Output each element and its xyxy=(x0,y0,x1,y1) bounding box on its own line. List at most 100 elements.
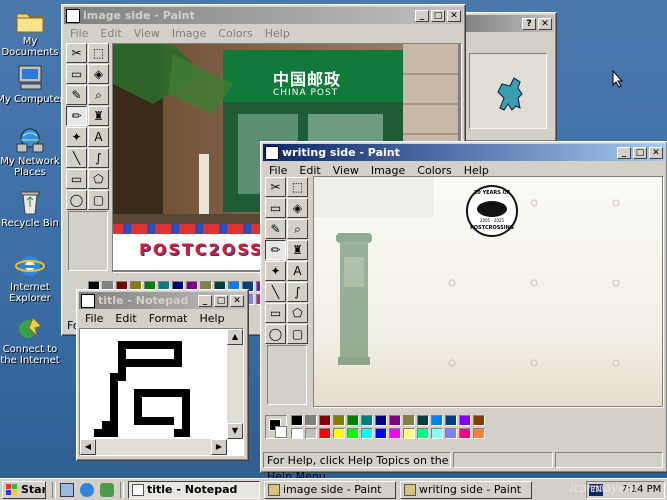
palette-swatch[interactable] xyxy=(319,415,331,426)
canvas-area[interactable]: 20 YEARS OF 2005 · 2025 POSTCROSSING xyxy=(313,176,664,408)
picker-tool[interactable]: ✎ xyxy=(265,219,286,239)
scroll-down-arrow-icon[interactable]: ▼ xyxy=(227,423,243,439)
scroll-left-arrow-icon[interactable]: ◀ xyxy=(80,439,96,455)
task-writing-side-paint[interactable]: writing side - Paint xyxy=(400,481,532,499)
ellipse-tool[interactable]: ◯ xyxy=(265,324,286,344)
picker-tool[interactable]: ✎ xyxy=(66,85,87,105)
pencil-tool[interactable]: ✏ xyxy=(265,240,286,260)
text-tool[interactable]: A xyxy=(287,261,308,281)
rectangle-tool[interactable]: ▭ xyxy=(66,169,87,189)
magnifier-tool[interactable]: ⌕ xyxy=(88,85,109,105)
desktop-icon-recycle-bin[interactable]: Recycle Bin xyxy=(0,188,65,229)
horizontal-scrollbar[interactable]: ◀ ▶ xyxy=(80,439,227,455)
airbrush-tool[interactable]: ✦ xyxy=(66,127,87,147)
eraser-tool[interactable]: ▭ xyxy=(66,64,87,84)
menu-file[interactable]: File xyxy=(79,312,109,325)
palette-swatch[interactable] xyxy=(445,415,457,426)
palette-swatch[interactable] xyxy=(347,428,359,439)
titlebar[interactable]: image side - Paint _ □ ✕ xyxy=(64,7,463,24)
menu-edit[interactable]: Edit xyxy=(109,312,142,325)
menu-help[interactable]: Help xyxy=(194,312,231,325)
palette-swatch[interactable] xyxy=(459,428,471,439)
palette-swatch[interactable] xyxy=(291,415,303,426)
start-button[interactable]: Start xyxy=(2,481,46,499)
rounded-rect-tool[interactable]: ▢ xyxy=(287,324,308,344)
desktop-icon-my-documents[interactable]: My Documents xyxy=(0,6,65,58)
menu-view[interactable]: View xyxy=(128,27,166,40)
quicklaunch-ie-icon[interactable] xyxy=(80,483,94,497)
palette-swatch[interactable] xyxy=(347,415,359,426)
close-button[interactable]: ✕ xyxy=(447,9,461,22)
titlebar[interactable]: title - Notepad _ □ ✕ xyxy=(79,292,246,309)
text-tool[interactable]: A xyxy=(88,127,109,147)
scroll-up-arrow-icon[interactable]: ▲ xyxy=(227,329,243,345)
maximize-button[interactable]: □ xyxy=(431,9,445,22)
pencil-tool[interactable]: ✏ xyxy=(66,106,87,126)
menu-colors[interactable]: Colors xyxy=(212,27,258,40)
desktop-icon-my-computer[interactable]: My Computer xyxy=(0,64,65,105)
palette-swatch[interactable] xyxy=(431,428,443,439)
rect-select-tool[interactable]: ⬚ xyxy=(88,43,109,63)
palette-swatch[interactable] xyxy=(473,415,485,426)
notepad-window[interactable]: title - Notepad _ □ ✕ File Edit Format H… xyxy=(76,289,249,461)
palette-swatch[interactable] xyxy=(361,415,373,426)
background-color[interactable] xyxy=(275,426,287,438)
rounded-rect-tool[interactable]: ▢ xyxy=(88,190,109,210)
rectangle-tool[interactable]: ▭ xyxy=(265,303,286,323)
close-button[interactable]: ✕ xyxy=(538,17,552,30)
current-colors[interactable] xyxy=(265,415,287,439)
palette-swatch[interactable] xyxy=(403,415,415,426)
magnifier-tool[interactable]: ⌕ xyxy=(287,219,308,239)
palette-swatch[interactable] xyxy=(417,415,429,426)
fill-tool[interactable]: ◈ xyxy=(88,64,109,84)
menu-file[interactable]: File xyxy=(64,27,94,40)
minimize-button[interactable]: _ xyxy=(198,294,212,307)
ellipse-tool[interactable]: ◯ xyxy=(66,190,87,210)
palette-swatch[interactable] xyxy=(305,428,317,439)
menu-format[interactable]: Format xyxy=(143,312,194,325)
text-area[interactable]: ▲ ▼ ◀ ▶ xyxy=(79,328,244,456)
titlebar[interactable]: writing side - Paint _ □ ✕ xyxy=(263,144,665,161)
polygon-tool[interactable]: ⬠ xyxy=(287,303,308,323)
line-tool[interactable]: ╲ xyxy=(265,282,286,302)
menu-image[interactable]: Image xyxy=(166,27,212,40)
palette-swatch[interactable] xyxy=(319,428,331,439)
brush-tool[interactable]: ♜ xyxy=(88,106,109,126)
close-button[interactable]: ✕ xyxy=(230,294,244,307)
line-tool[interactable]: ╲ xyxy=(66,148,87,168)
free-select-tool[interactable]: ✂ xyxy=(265,177,286,197)
menu-file[interactable]: File xyxy=(263,164,293,177)
desktop-icon-connect-to-the-internet[interactable]: Connect to the Internet xyxy=(0,314,65,366)
rect-select-tool[interactable]: ⬚ xyxy=(287,177,308,197)
close-button[interactable]: ✕ xyxy=(649,146,663,159)
polygon-tool[interactable]: ⬠ xyxy=(88,169,109,189)
curve-tool[interactable]: ∫ xyxy=(88,148,109,168)
help-button[interactable]: ? xyxy=(522,17,536,30)
brush-tool[interactable]: ♜ xyxy=(287,240,308,260)
maximize-button[interactable]: □ xyxy=(214,294,228,307)
task-notepad[interactable]: title - Notepad xyxy=(128,481,260,499)
fill-tool[interactable]: ◈ xyxy=(287,198,308,218)
palette-swatch[interactable] xyxy=(375,415,387,426)
writing-side-paint-window[interactable]: writing side - Paint _ □ ✕ File Edit Vie… xyxy=(260,141,667,483)
desktop-icon-internet-explorer[interactable]: Internet Explorer xyxy=(0,252,65,304)
palette-swatch[interactable] xyxy=(361,428,373,439)
menu-help[interactable]: Help xyxy=(259,27,296,40)
background-window[interactable]: ? ✕ xyxy=(460,12,557,142)
palette-swatch[interactable] xyxy=(431,415,443,426)
minimize-button[interactable]: _ xyxy=(415,9,429,22)
background-window-titlebar[interactable]: ? ✕ xyxy=(463,15,554,32)
show-desktop-icon[interactable] xyxy=(60,483,74,497)
palette-swatch[interactable] xyxy=(389,415,401,426)
palette-swatch[interactable] xyxy=(417,428,429,439)
minimize-button[interactable]: _ xyxy=(617,146,631,159)
palette-swatch[interactable] xyxy=(389,428,401,439)
palette-swatch[interactable] xyxy=(291,428,303,439)
free-select-tool[interactable]: ✂ xyxy=(66,43,87,63)
scroll-right-arrow-icon[interactable]: ▶ xyxy=(211,439,227,455)
quicklaunch-outlook-icon[interactable] xyxy=(100,483,114,497)
tool-options[interactable] xyxy=(68,211,108,271)
palette-swatch[interactable] xyxy=(445,428,457,439)
menu-edit[interactable]: Edit xyxy=(94,27,127,40)
vertical-scrollbar[interactable]: ▲ ▼ xyxy=(227,329,243,439)
